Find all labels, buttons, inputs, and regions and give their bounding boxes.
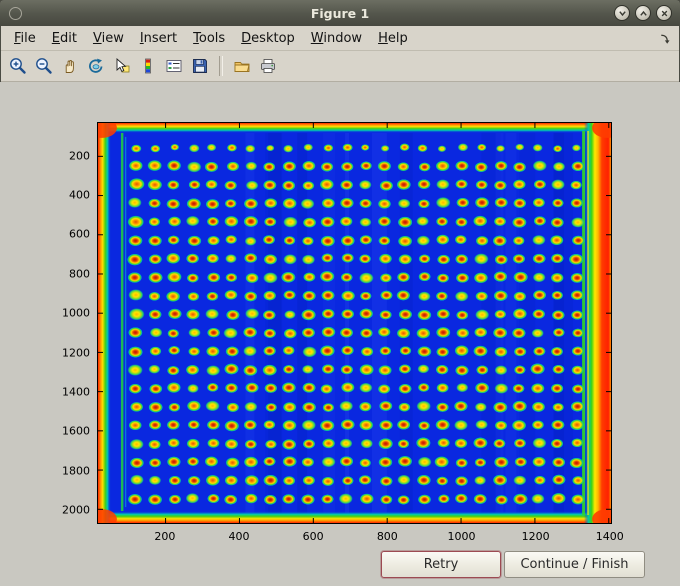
y-tick-label: 600 xyxy=(69,227,90,241)
menu-item-window[interactable]: Window xyxy=(303,29,370,48)
menu-item-edit[interactable]: Edit xyxy=(44,29,85,48)
y-tick-label: 1200 xyxy=(62,346,90,360)
window-controls xyxy=(614,5,680,21)
colorbar-icon xyxy=(145,58,151,74)
menu-item-view[interactable]: View xyxy=(85,29,132,48)
x-tick-label: 1200 xyxy=(521,530,550,543)
continue-finish-button[interactable]: Continue / Finish xyxy=(504,551,645,578)
insert-colorbar-button[interactable] xyxy=(136,54,160,78)
menu-item-insert[interactable]: Insert xyxy=(132,29,185,48)
x-tick-label: 1000 xyxy=(447,530,476,543)
retry-button[interactable]: Retry xyxy=(381,551,501,578)
save-icon xyxy=(193,59,207,73)
y-tick-label: 400 xyxy=(69,188,90,202)
toolbar xyxy=(0,51,680,82)
maximize-button[interactable] xyxy=(635,5,651,21)
y-tick-label: 2000 xyxy=(62,503,90,517)
zoom-in-button[interactable] xyxy=(6,54,30,78)
window-title: Figure 1 xyxy=(310,5,370,21)
menu-item-file[interactable]: File xyxy=(6,29,44,48)
zoom-out-icon xyxy=(36,58,52,74)
rotate-3d-button[interactable] xyxy=(84,54,108,78)
dock-arrow-icon xyxy=(661,34,670,44)
menu-item-tools[interactable]: Tools xyxy=(185,29,233,48)
rotate-3d-icon xyxy=(89,58,103,73)
y-tick-label: 1000 xyxy=(62,306,90,320)
x-tick-label: 400 xyxy=(228,530,250,543)
figure-window: Figure 1 File Edit View Insert Tools Des… xyxy=(0,0,680,586)
zoom-in-icon xyxy=(10,58,26,74)
y-tick-label: 1600 xyxy=(62,424,90,438)
y-tick-label: 800 xyxy=(69,267,90,281)
chevron-up-icon xyxy=(639,10,647,16)
menu-bar: File Edit View Insert Tools Desktop Wind… xyxy=(0,26,680,51)
chevron-down-icon xyxy=(618,10,626,16)
y-tick-label: 1400 xyxy=(62,385,90,399)
y-tick-label: 1800 xyxy=(62,464,90,478)
data-cursor-button[interactable] xyxy=(110,54,134,78)
x-tick-label: 200 xyxy=(154,530,176,543)
x-tick-label: 1400 xyxy=(595,530,624,543)
print-icon xyxy=(261,59,275,73)
close-button[interactable] xyxy=(656,5,672,21)
toolbar-separator xyxy=(219,56,223,76)
figure-canvas: Retry Continue / Finish 200 400 600 800 1000… xyxy=(0,82,680,586)
insert-legend-button[interactable] xyxy=(162,54,186,78)
print-button[interactable] xyxy=(256,54,280,78)
save-button[interactable] xyxy=(188,54,212,78)
menu-item-help[interactable]: Help xyxy=(370,29,416,48)
title-bar: Figure 1 xyxy=(0,0,680,26)
y-tick-label: 200 xyxy=(69,149,90,162)
dock-figure-button[interactable] xyxy=(658,32,671,45)
zoom-out-button[interactable] xyxy=(32,54,56,78)
menu-item-desktop[interactable]: Desktop xyxy=(233,29,303,48)
pan-hand-icon xyxy=(65,59,74,73)
window-menu-icon[interactable] xyxy=(9,6,22,20)
pan-button[interactable] xyxy=(58,54,82,78)
folder-icon xyxy=(234,62,250,72)
minimize-button[interactable] xyxy=(614,5,630,21)
open-folder-button[interactable] xyxy=(230,54,254,78)
plot-image xyxy=(98,123,611,523)
legend-icon xyxy=(166,60,182,72)
x-tick-label: 600 xyxy=(302,530,324,543)
x-tick-label: 800 xyxy=(376,530,398,543)
plot-axes[interactable] xyxy=(97,122,612,524)
data-cursor-icon xyxy=(116,58,130,73)
close-icon xyxy=(661,10,667,16)
